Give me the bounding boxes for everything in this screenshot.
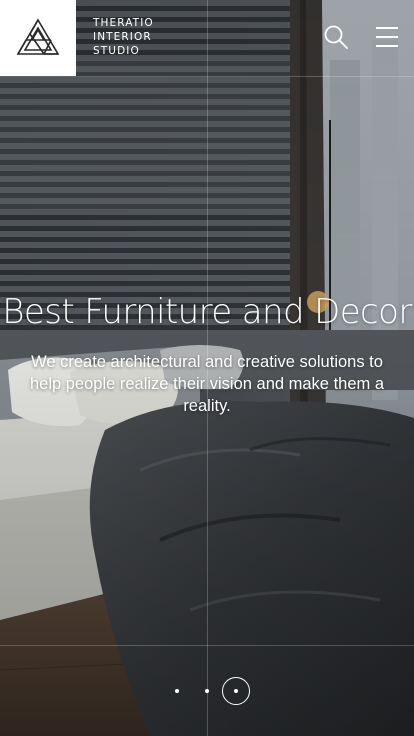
search-button[interactable] <box>321 22 351 52</box>
brand-line-3: STUDIO <box>93 45 140 57</box>
brand-line-1: THERATIO <box>93 17 154 29</box>
hero-section: THERATIO INTERIOR STUDIO Best Furniture … <box>0 0 414 736</box>
search-icon <box>324 25 348 49</box>
hero-title: Best Furniture and Decor <box>2 292 412 332</box>
slider-pagination <box>0 676 414 706</box>
slider-dot-2[interactable] <box>205 689 209 693</box>
brand-line-2: INTERIOR <box>93 31 152 43</box>
brand-name: THERATIO INTERIOR STUDIO <box>93 16 154 58</box>
logo-link[interactable] <box>0 0 76 76</box>
impossible-triangle-icon <box>16 18 60 55</box>
menu-button[interactable] <box>372 22 402 52</box>
grid-line-horizontal-bottom <box>0 645 414 646</box>
grid-line-horizontal-top <box>0 76 414 77</box>
slider-dot-1[interactable] <box>175 689 179 693</box>
hamburger-menu-icon <box>376 27 398 47</box>
slider-dot-3-active[interactable] <box>222 677 250 705</box>
hero-subtitle: We create architectural and creative sol… <box>29 353 385 415</box>
